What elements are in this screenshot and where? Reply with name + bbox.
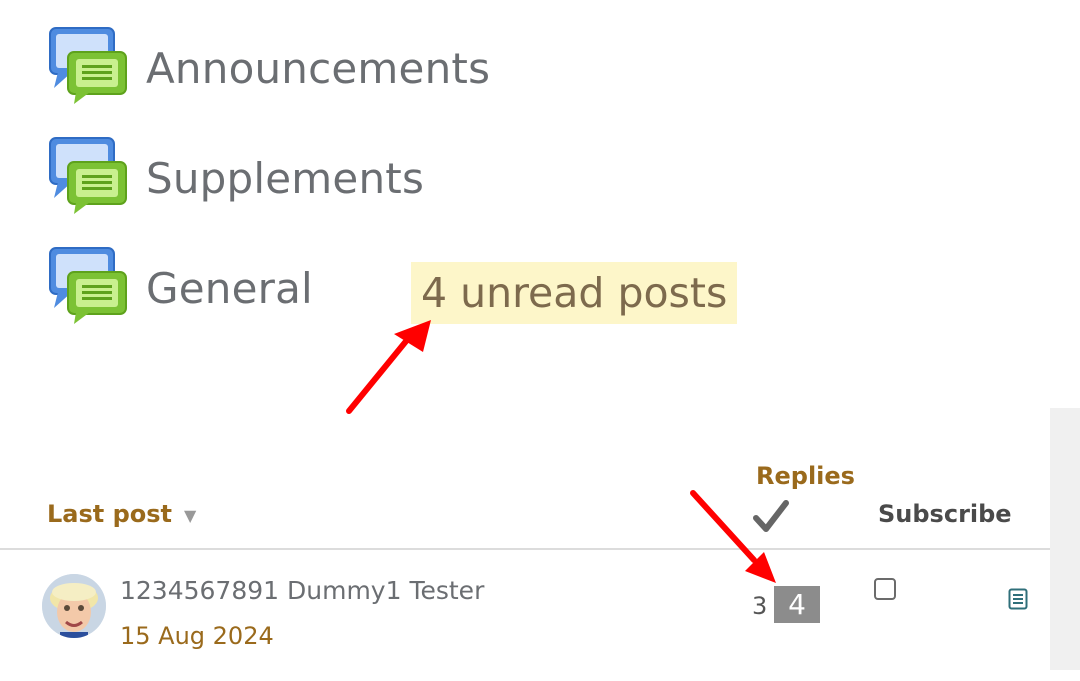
author-name[interactable]: 1234567891 Dummy1 Tester [120,576,484,605]
unread-posts-link[interactable]: 4 unread posts [411,262,737,324]
checkmark-icon [753,500,789,532]
header-divider [0,548,1050,550]
forum-icon [46,136,128,216]
subscribe-checkbox[interactable] [874,578,896,600]
sort-caret-icon: ▼ [184,505,197,525]
replies-count: 3 [752,592,768,620]
subscribe-header: Subscribe [878,500,1012,528]
last-post-header-label: Last post [47,500,173,528]
forum-link-supplements[interactable]: Supplements [146,154,424,203]
avatar[interactable] [42,574,106,638]
replies-header[interactable]: Replies [756,462,855,490]
unread-count-badge[interactable]: 4 [774,586,820,623]
last-post-header[interactable]: Last post ▼ [47,500,196,528]
forum-link-general[interactable]: General [146,264,313,313]
arrow-to-unread-posts [346,320,431,414]
forum-icon [46,26,128,106]
table-edge [1050,408,1080,670]
post-date[interactable]: 15 Aug 2024 [120,622,274,650]
discussion-document-icon[interactable] [1008,588,1028,610]
forum-link-announcements[interactable]: Announcements [146,44,490,93]
forum-icon [46,246,128,326]
